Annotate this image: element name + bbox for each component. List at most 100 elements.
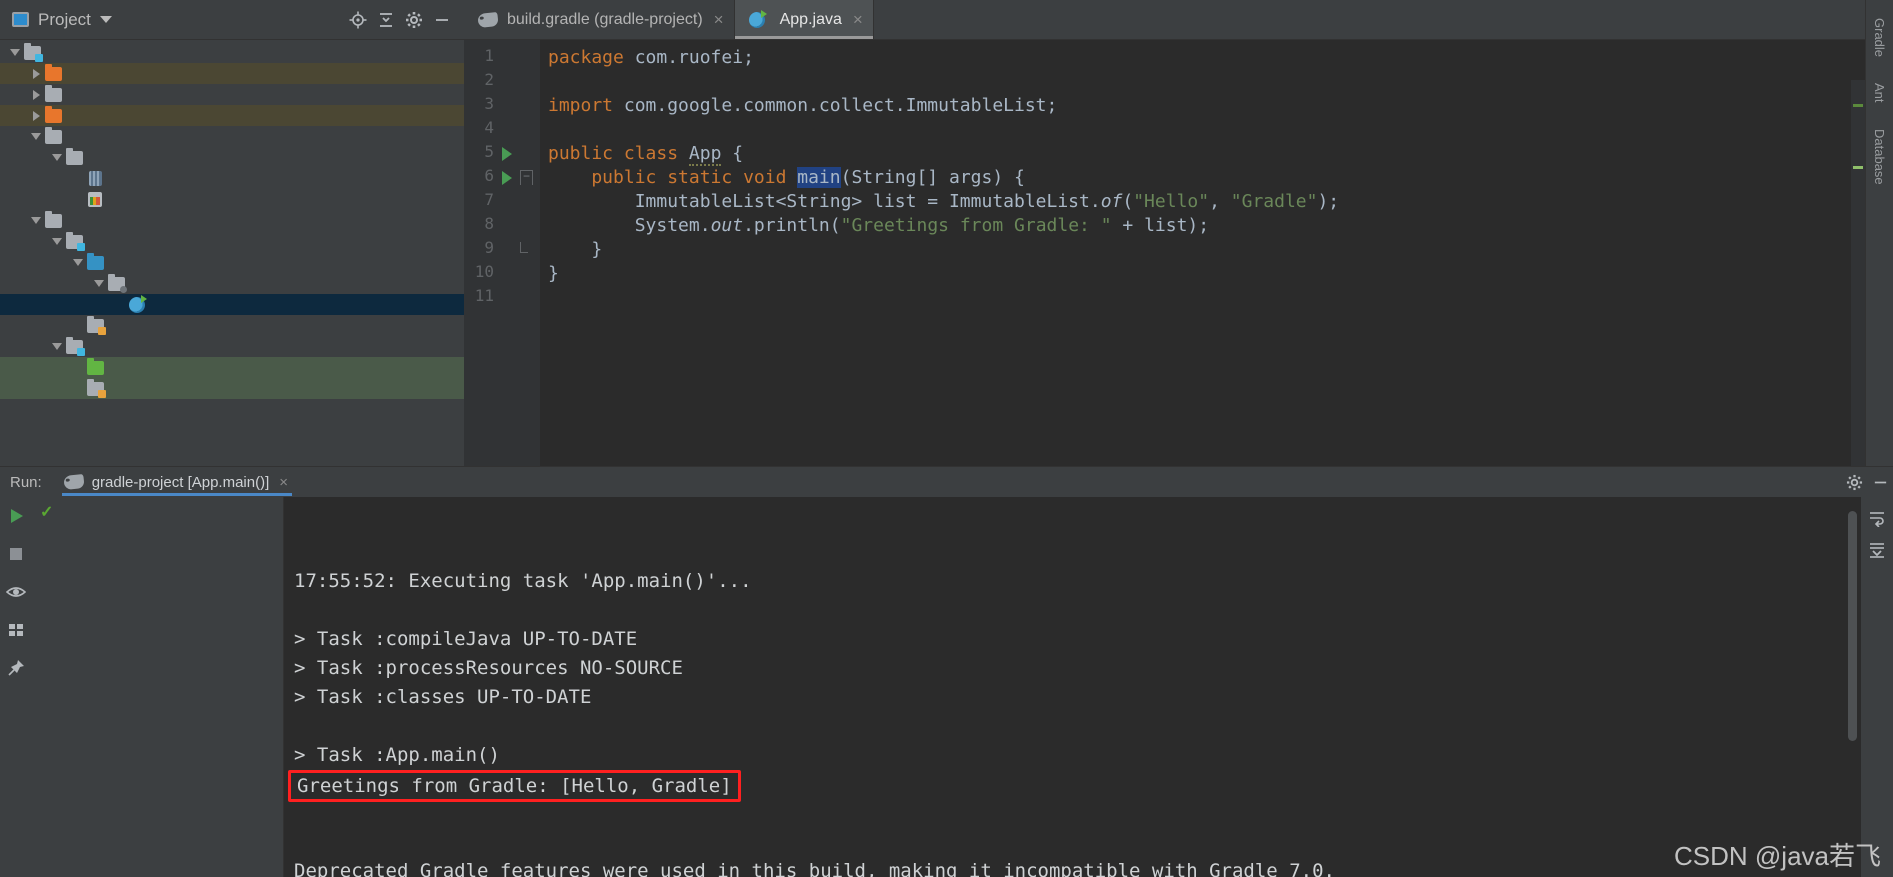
run-tab-label: gradle-project [App.main()] bbox=[91, 473, 270, 491]
folder-icon bbox=[45, 210, 62, 228]
tree-twisty-expanded[interactable] bbox=[27, 133, 45, 140]
tree-twisty-collapsed[interactable] bbox=[27, 89, 45, 100]
tree-node-gradle-wrapper-jar[interactable] bbox=[0, 168, 464, 189]
scroll-to-end-icon[interactable] bbox=[1866, 539, 1888, 561]
run-configuration-tab[interactable]: gradle-project [App.main()] × bbox=[56, 467, 296, 497]
editor-tab-build-gradle[interactable]: build.gradle (gradle-project) × bbox=[464, 0, 735, 39]
folder-icon bbox=[66, 147, 83, 165]
tree-twisty-collapsed[interactable] bbox=[27, 68, 45, 79]
tree-node-main[interactable] bbox=[0, 231, 464, 252]
code-line: System.out.println("Greetings from Gradl… bbox=[548, 215, 1210, 236]
tree-node-gradle-wrapper-properties[interactable] bbox=[0, 189, 464, 210]
console-output[interactable]: 17:55:52: Executing task 'App.main()'...… bbox=[284, 497, 1861, 877]
code-line: } bbox=[548, 263, 559, 284]
pin-icon[interactable] bbox=[5, 657, 27, 679]
properties-file-icon bbox=[88, 192, 102, 207]
gear-icon[interactable] bbox=[400, 6, 428, 34]
tree-twisty-expanded[interactable] bbox=[48, 238, 66, 245]
close-icon[interactable]: × bbox=[714, 11, 724, 28]
editor-marker-stripe[interactable] bbox=[1851, 80, 1865, 466]
code-fold-end-icon[interactable] bbox=[520, 242, 528, 253]
code-line: ImmutableList<String> list = ImmutableLi… bbox=[548, 191, 1340, 212]
line-number: 5 bbox=[484, 142, 494, 161]
tree-node-java[interactable] bbox=[0, 357, 464, 378]
run-result-row[interactable]: ✓ bbox=[32, 501, 283, 523]
tree-node--idea[interactable] bbox=[0, 84, 464, 105]
console-highlighted-line: Greetings from Gradle: [Hello, Gradle] bbox=[288, 770, 1861, 802]
tree-node-wrapper[interactable] bbox=[0, 147, 464, 168]
console-line: > Task :classes UP-TO-DATE bbox=[294, 686, 592, 708]
run-gutter-icon[interactable] bbox=[502, 171, 512, 185]
project-tree[interactable] bbox=[0, 40, 464, 466]
wrap-text-icon[interactable] bbox=[1866, 507, 1888, 529]
tree-node-test[interactable] bbox=[0, 336, 464, 357]
close-icon[interactable]: × bbox=[853, 11, 863, 28]
close-icon[interactable]: × bbox=[279, 475, 288, 490]
folder-icon bbox=[45, 63, 62, 81]
tree-node-gradle-project[interactable] bbox=[0, 42, 464, 63]
package-icon bbox=[108, 273, 127, 293]
project-tool-window: Project bbox=[0, 0, 464, 466]
tree-node--gradle[interactable] bbox=[0, 63, 464, 84]
tree-node-java[interactable] bbox=[0, 252, 464, 273]
tree-node-resources[interactable] bbox=[0, 315, 464, 336]
tree-node-app[interactable] bbox=[0, 294, 464, 315]
test-root-icon bbox=[66, 336, 85, 356]
watermark-text: CSDN @java若飞 bbox=[1674, 841, 1881, 871]
gradle-elephant-icon bbox=[477, 11, 499, 28]
minimize-icon[interactable] bbox=[1867, 469, 1893, 495]
tree-twisty-expanded[interactable] bbox=[48, 154, 66, 161]
folder-icon bbox=[45, 126, 62, 144]
minimize-icon[interactable] bbox=[428, 6, 456, 34]
rerun-icon[interactable] bbox=[5, 505, 27, 527]
tree-twisty-expanded[interactable] bbox=[90, 280, 108, 287]
test-resources-folder-icon bbox=[87, 378, 106, 398]
tool-window-button-gradle[interactable]: Gradle bbox=[1872, 6, 1887, 71]
test-source-folder-icon bbox=[87, 357, 104, 375]
code-text[interactable]: package com.ruofei; import com.google.co… bbox=[540, 40, 1865, 466]
console-vertical-scrollbar[interactable] bbox=[1848, 511, 1857, 741]
run-label: Run: bbox=[10, 473, 42, 491]
code-line: import com.google.common.collect.Immutab… bbox=[548, 95, 1058, 116]
tree-twisty-expanded[interactable] bbox=[6, 49, 24, 56]
chevron-down-icon[interactable] bbox=[99, 16, 112, 23]
console-line: 17:55:52: Executing task 'App.main()'... bbox=[294, 570, 752, 592]
stop-icon[interactable] bbox=[5, 543, 27, 565]
run-result-tree[interactable]: ✓ bbox=[32, 497, 284, 877]
run-gutter-icon[interactable] bbox=[502, 147, 512, 161]
resources-folder-icon bbox=[87, 315, 106, 335]
tree-twisty-expanded[interactable] bbox=[69, 259, 87, 266]
tree-twisty-collapsed[interactable] bbox=[27, 110, 45, 121]
run-panel-body: ✓ 17:55:52: Executing task 'App.main()'.… bbox=[0, 497, 1893, 877]
line-number: 11 bbox=[474, 286, 494, 305]
collapse-all-icon[interactable] bbox=[372, 6, 400, 34]
top-region: Project build.gradle (gradle-project) × … bbox=[0, 0, 1893, 466]
locate-icon[interactable] bbox=[344, 6, 372, 34]
tree-twisty-expanded[interactable] bbox=[27, 217, 45, 224]
tree-node-com-ruofei[interactable] bbox=[0, 273, 464, 294]
tree-twisty-expanded[interactable] bbox=[48, 343, 66, 350]
tree-node-resources[interactable] bbox=[0, 378, 464, 399]
editor-tab-app-java[interactable]: App.java × bbox=[734, 0, 874, 39]
gear-icon[interactable] bbox=[1841, 469, 1867, 495]
grid-icon[interactable] bbox=[5, 619, 27, 641]
editor-tab-label: build.gradle (gradle-project) bbox=[507, 10, 703, 28]
tree-node-src[interactable] bbox=[0, 210, 464, 231]
project-panel-title: Project bbox=[38, 9, 91, 29]
line-number: 3 bbox=[484, 94, 494, 113]
editor-tab-bar: build.gradle (gradle-project) × App.java… bbox=[464, 0, 1865, 40]
project-icon bbox=[12, 12, 29, 27]
code-fold-icon[interactable]: − bbox=[520, 170, 533, 185]
line-number: 10 bbox=[474, 262, 494, 281]
tool-window-button-database[interactable]: Database bbox=[1872, 117, 1887, 199]
run-tool-window: Run: gradle-project [App.main()] × ✓ 17:… bbox=[0, 466, 1893, 877]
editor-gutter[interactable]: 1 2 3 4 5 6 7 8 9 10 11 − bbox=[464, 40, 540, 466]
tool-window-button-ant[interactable]: Ant bbox=[1872, 71, 1887, 117]
tree-node-build[interactable] bbox=[0, 105, 464, 126]
tree-node-gradle[interactable] bbox=[0, 126, 464, 147]
code-line: public static void main(String[] args) { bbox=[548, 167, 1025, 188]
eye-icon[interactable] bbox=[5, 581, 27, 603]
